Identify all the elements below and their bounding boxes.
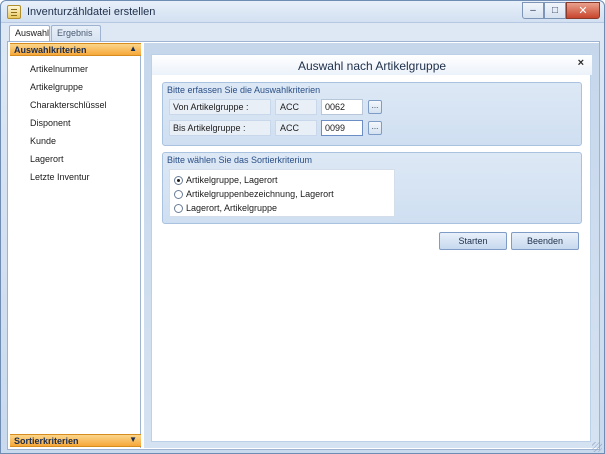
to-lookup-button[interactable]: ... — [368, 121, 382, 135]
radio-unchecked-icon[interactable] — [174, 189, 183, 199]
selection-panel: Auswahl nach Artikelgruppe × Bitte erfas… — [151, 54, 592, 442]
sidebar-item-artikelnummer[interactable]: Artikelnummer — [30, 64, 88, 74]
tab-content: Auswahlkriterien ▲ Artikelnummer Artikel… — [7, 41, 600, 450]
maximize-button[interactable]: □ — [544, 2, 566, 19]
to-label: Bis Artikelgruppe : — [169, 120, 271, 136]
sidebar-item-letzte-inventur[interactable]: Letzte Inventur — [30, 172, 90, 182]
sidebar-item-lagerort[interactable]: Lagerort — [30, 154, 64, 164]
collapse-up-icon[interactable]: ▲ — [129, 44, 137, 53]
main-area: Auswahl nach Artikelgruppe × Bitte erfas… — [144, 43, 599, 448]
to-artikelgruppe-input[interactable] — [321, 120, 363, 136]
radio-checked-icon[interactable] — [174, 175, 183, 185]
criteria-sidebar: Auswahlkriterien ▲ Artikelnummer Artikel… — [10, 43, 141, 448]
sidebar-group-sortierkriterien[interactable]: Sortierkriterien ▼ — [10, 434, 141, 447]
sidebar-group-label: Auswahlkriterien — [14, 45, 87, 55]
panel-title: Auswahl nach Artikelgruppe — [152, 55, 592, 75]
sidebar-item-disponent[interactable]: Disponent — [30, 118, 71, 128]
panel-close-icon[interactable]: × — [578, 57, 584, 69]
tab-ergebnis[interactable]: Ergebnis — [51, 25, 101, 41]
end-button[interactable]: Beenden — [511, 232, 579, 250]
sidebar-group-auswahlkriterien[interactable]: Auswahlkriterien ▲ — [10, 43, 141, 56]
sort-option-bezeichnung-lagerort[interactable]: Artikelgruppenbezeichnung, Lagerort — [174, 188, 334, 200]
radio-unchecked-icon[interactable] — [174, 203, 183, 213]
app-document-icon — [7, 5, 21, 19]
tab-auswahl[interactable]: Auswahl — [9, 25, 50, 41]
sort-option-artikelgruppe-lagerort[interactable]: Artikelgruppe, Lagerort — [174, 174, 278, 186]
minimize-button[interactable]: – — [522, 2, 544, 19]
from-artikelgruppe-input[interactable] — [321, 99, 363, 115]
title-bar[interactable]: Inventurzähldatei erstellen – □ ✕ — [1, 1, 604, 23]
sort-option-label: Lagerort, Artikelgruppe — [186, 203, 278, 213]
start-button[interactable]: Starten — [439, 232, 507, 250]
resize-grip-icon[interactable] — [592, 442, 602, 452]
close-button[interactable]: ✕ — [566, 2, 600, 19]
sort-groupbox: Bitte wählen Sie das Sortierkriterium Ar… — [162, 152, 582, 224]
sidebar-item-kunde[interactable]: Kunde — [30, 136, 56, 146]
sort-option-label: Artikelgruppe, Lagerort — [186, 175, 278, 185]
window-title: Inventurzähldatei erstellen — [27, 6, 156, 18]
to-prefix: ACC — [275, 120, 317, 136]
sidebar-item-artikelgruppe[interactable]: Artikelgruppe — [30, 82, 83, 92]
sort-options: Artikelgruppe, Lagerort Artikelgruppenbe… — [169, 169, 395, 217]
sidebar-item-charakterschluessel[interactable]: Charakterschlüssel — [30, 100, 107, 110]
from-prefix: ACC — [275, 99, 317, 115]
from-label: Von Artikelgruppe : — [169, 99, 271, 115]
from-lookup-button[interactable]: ... — [368, 100, 382, 114]
app-window: Inventurzähldatei erstellen – □ ✕ Auswah… — [0, 0, 605, 454]
sort-groupbox-title: Bitte wählen Sie das Sortierkriterium — [167, 155, 313, 165]
sort-option-label: Artikelgruppenbezeichnung, Lagerort — [186, 189, 334, 199]
criteria-groupbox: Bitte erfassen Sie die Auswahlkriterien … — [162, 82, 582, 146]
criteria-groupbox-title: Bitte erfassen Sie die Auswahlkriterien — [167, 85, 321, 95]
expand-down-icon[interactable]: ▼ — [129, 435, 137, 444]
sidebar-group-label: Sortierkriterien — [14, 436, 79, 446]
sort-option-lagerort-artikelgruppe[interactable]: Lagerort, Artikelgruppe — [174, 202, 277, 214]
